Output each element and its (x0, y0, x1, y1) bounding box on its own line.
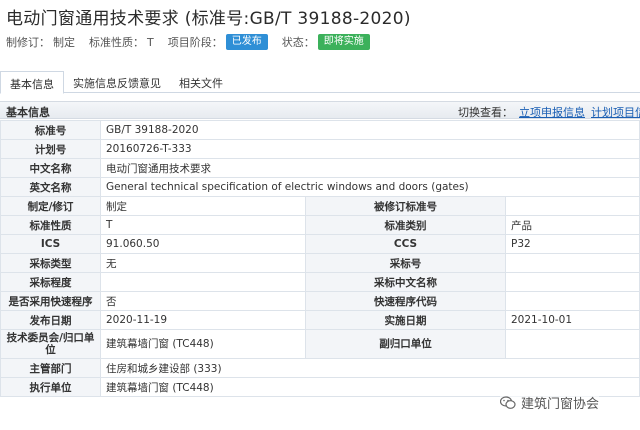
switch-view: 切换查看： 立项申报信息计划项目信息 (458, 104, 640, 120)
field-value: 否 (100, 291, 306, 311)
field-value: 住房和城乡建设部 (333) (100, 358, 640, 378)
field-value (505, 272, 640, 292)
wechat-icon (500, 395, 516, 409)
tab-feedback[interactable]: 实施信息反馈意见 (64, 71, 170, 92)
field-value: 91.060.50 (100, 234, 306, 254)
field-value: GB/T 39188-2020 (100, 120, 640, 140)
table-row: 技术委员会/归口单位 建筑幕墙门窗 (TC448) 副归口单位 (0, 329, 640, 359)
field-value: 电动门窗通用技术要求 (100, 158, 640, 178)
table-row: 中文名称 电动门窗通用技术要求 (0, 158, 640, 178)
field-label: 发布日期 (0, 310, 101, 330)
watermark: 建筑门窗协会 (500, 393, 600, 412)
field-label: 计划号 (0, 139, 101, 159)
table-row: 标准性质 T 标准类别 产品 (0, 215, 640, 235)
info-table: 标准号 GB/T 39188-2020 计划号 20160726-T-333 中… (0, 120, 640, 397)
field-label: 标准性质 (0, 215, 101, 235)
field-label: 被修订标准号 (305, 196, 506, 216)
field-value: 无 (100, 253, 306, 273)
status-badge: 即将实施 (317, 34, 370, 50)
field-label: 英文名称 (0, 177, 101, 197)
link-plan-project[interactable]: 计划项目信息 (591, 106, 640, 119)
field-value: 2021-10-01 (505, 310, 640, 330)
meta-bar: 制修订： 制定 标准性质： T 项目阶段： 已发布 状态： 即将实施 (6, 34, 384, 50)
meta-key-status: 状态： (281, 36, 315, 49)
field-value: 产品 (505, 215, 640, 235)
table-row: 发布日期 2020-11-19 实施日期 2021-10-01 (0, 310, 640, 330)
field-label: CCS (305, 234, 506, 254)
field-label: 主管部门 (0, 358, 101, 378)
field-value (505, 291, 640, 311)
field-value: 建筑幕墙门窗 (TC448) (100, 329, 306, 359)
meta-value-nature: T (147, 35, 154, 49)
link-project-application[interactable]: 立项申报信息 (519, 106, 585, 119)
table-row: 采标类型 无 采标号 (0, 253, 640, 273)
table-row: 制定/修订 制定 被修订标准号 (0, 196, 640, 216)
field-label: 采标号 (305, 253, 506, 273)
table-row: 采标程度 采标中文名称 (0, 272, 640, 292)
meta-key-nature: 标准性质： (89, 36, 144, 49)
page-title: 电动门窗通用技术要求 (标准号:GB/T 39188-2020) (6, 9, 411, 29)
field-label: 副归口单位 (305, 329, 506, 359)
field-value: 20160726-T-333 (100, 139, 640, 159)
meta-key-revision: 制修订： (6, 36, 50, 49)
table-row: 计划号 20160726-T-333 (0, 139, 640, 159)
table-row: 是否采用快速程序 否 快速程序代码 (0, 291, 640, 311)
table-row: 主管部门 住房和城乡建设部 (333) (0, 358, 640, 378)
field-value: 制定 (100, 196, 306, 216)
table-row: ICS 91.060.50 CCS P32 (0, 234, 640, 254)
field-label: ICS (0, 234, 101, 254)
field-label: 是否采用快速程序 (0, 291, 101, 311)
field-value (505, 253, 640, 273)
field-label: 执行单位 (0, 377, 101, 397)
field-value (505, 329, 640, 359)
table-row: 标准号 GB/T 39188-2020 (0, 120, 640, 140)
field-value: 2020-11-19 (100, 310, 306, 330)
field-value: General technical specification of elect… (100, 177, 640, 197)
meta-value-revision: 制定 (53, 36, 75, 49)
field-label: 快速程序代码 (305, 291, 506, 311)
watermark-text: 建筑门窗协会 (521, 397, 600, 412)
field-value (505, 196, 640, 216)
stage-badge: 已发布 (225, 34, 268, 50)
field-label: 制定/修订 (0, 196, 101, 216)
field-value: T (100, 215, 306, 235)
field-label: 采标类型 (0, 253, 101, 273)
field-label: 标准号 (0, 120, 101, 140)
field-label: 采标中文名称 (305, 272, 506, 292)
field-label: 技术委员会/归口单位 (0, 329, 101, 359)
panel-header: 基本信息 切换查看： 立项申报信息计划项目信息 (0, 101, 640, 119)
tab-related-files[interactable]: 相关文件 (170, 71, 232, 92)
field-label: 标准类别 (305, 215, 506, 235)
field-value (100, 272, 306, 292)
field-label: 实施日期 (305, 310, 506, 330)
tab-basic-info[interactable]: 基本信息 (0, 71, 64, 94)
panel-title: 基本信息 (6, 106, 50, 119)
field-value: P32 (505, 234, 640, 254)
switch-label: 切换查看： (458, 106, 513, 119)
table-row: 英文名称 General technical specification of … (0, 177, 640, 197)
field-label: 中文名称 (0, 158, 101, 178)
field-label: 采标程度 (0, 272, 101, 292)
meta-key-stage: 项目阶段： (167, 36, 223, 49)
tab-bar: 基本信息 实施信息反馈意见 相关文件 (0, 71, 640, 94)
